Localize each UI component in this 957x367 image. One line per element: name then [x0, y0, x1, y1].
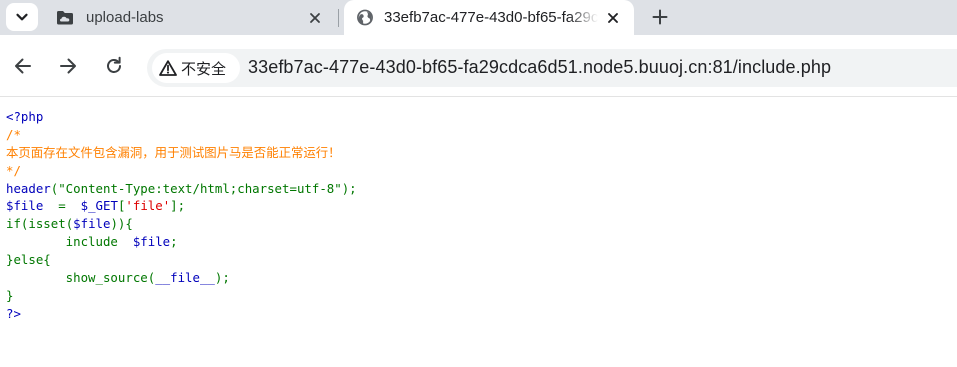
php-open-tag: <?php [6, 109, 44, 124]
browser-toolbar: 不安全 33efb7ac-477e-43d0-bf65-fa29cdca6d51… [0, 35, 957, 97]
code-line: } [6, 287, 357, 305]
code-line: show_source(__file__); [6, 269, 357, 287]
tab-title: 33efb7ac-477e-43d0-bf65-fa29cdca6d51.nod… [384, 9, 598, 26]
punctuation: ; [349, 180, 357, 196]
string-literal: 'file' [125, 198, 171, 214]
keyword: if( [6, 216, 29, 232]
code-line: }else{ [6, 251, 357, 269]
code-line: $file = $_GET['file']; [6, 197, 357, 215]
new-tab-button[interactable] [646, 3, 674, 31]
globe-icon [357, 9, 373, 26]
tab-include-php[interactable]: 33efb7ac-477e-43d0-bf65-fa29cdca6d51.nod… [344, 0, 634, 35]
close-tab-button[interactable] [604, 9, 622, 27]
forward-button[interactable] [55, 53, 81, 79]
plus-icon [652, 9, 668, 25]
url-text[interactable]: 33efb7ac-477e-43d0-bf65-fa29cdca6d51.nod… [248, 57, 831, 78]
warning-icon [159, 60, 177, 76]
code-line: 本页面存在文件包含漏洞，用于测试图片马是否能正常运行！ [6, 144, 357, 162]
back-button[interactable] [10, 53, 36, 79]
variable: $file [73, 216, 111, 232]
tab-upload-labs[interactable]: upload-labs [44, 0, 336, 35]
tab-title: upload-labs [86, 9, 164, 26]
site-security-chip[interactable]: 不安全 [152, 53, 240, 83]
reload-icon [107, 56, 121, 73]
variable: $_GET [80, 198, 118, 214]
punctuation: )){ [110, 216, 133, 232]
close-icon [608, 13, 618, 23]
tab-search-button[interactable] [6, 3, 38, 31]
code-line: <?php [6, 108, 357, 126]
security-label: 不安全 [181, 59, 227, 78]
code-line: */ [6, 162, 357, 180]
code-line: include $file; [6, 233, 357, 251]
punctuation: } [6, 287, 14, 303]
function-call: isset( [28, 216, 74, 232]
code-line: if(isset($file)){ [6, 215, 357, 233]
comment-text: 本页面存在文件包含漏洞，用于测试图片马是否能正常运行！ [6, 144, 341, 160]
tab-separator [338, 9, 339, 27]
operator: = [43, 198, 81, 214]
function-call: show_source( [6, 270, 156, 286]
close-icon [310, 13, 320, 23]
code-line: header("Content-Type:text/html;charset=u… [6, 180, 357, 198]
code-line: /* [6, 126, 357, 144]
comment-start: /* [6, 126, 21, 142]
arrow-right-icon [60, 58, 76, 74]
keyword: }else{ [6, 252, 51, 268]
comment-end: */ [6, 162, 21, 178]
keyword: include [6, 234, 133, 250]
code-line: ?> [6, 305, 357, 323]
cloud-folder-icon [57, 11, 73, 25]
punctuation: ]; [170, 198, 186, 214]
string-argument: ("Content-Type:text/html;charset=utf-8") [50, 180, 350, 196]
php-source-code: <?php /* 本页面存在文件包含漏洞，用于测试图片马是否能正常运行！ */ head… [6, 108, 357, 323]
punctuation: ); [214, 270, 230, 286]
close-tab-button[interactable] [306, 9, 324, 27]
php-close-tag: ?> [6, 305, 21, 321]
function-name: header [6, 180, 51, 196]
variable: $file [6, 198, 44, 214]
arrow-left-icon [15, 58, 31, 74]
constant: __file__ [155, 270, 215, 286]
chevron-down-icon [16, 13, 28, 21]
punctuation: ; [170, 234, 178, 250]
tab-strip: upload-labs 33efb7ac-477e-43d0-bf65-fa29… [0, 0, 957, 35]
address-bar[interactable]: 不安全 33efb7ac-477e-43d0-bf65-fa29cdca6d51… [147, 49, 957, 87]
reload-button[interactable] [101, 53, 127, 79]
variable: $file [132, 234, 171, 250]
